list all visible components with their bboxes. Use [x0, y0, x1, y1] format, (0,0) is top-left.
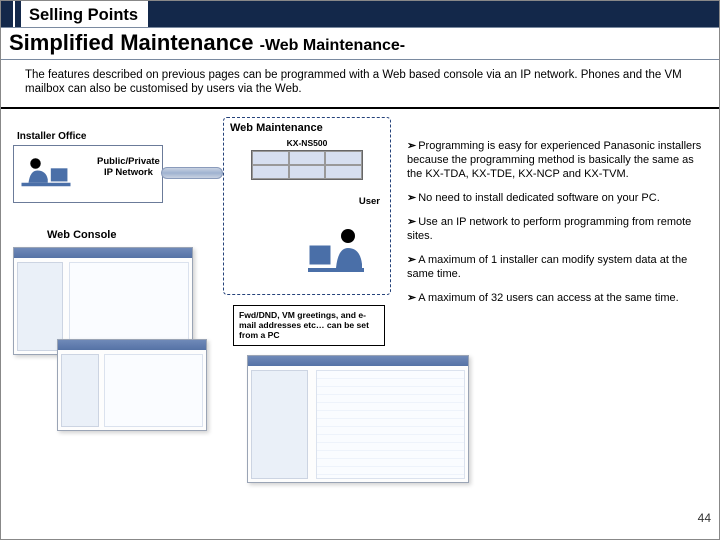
- bullet-item: ➢No need to install dedicated software o…: [407, 191, 709, 205]
- bullet-item: ➢Use an IP network to perform programmin…: [407, 215, 709, 243]
- installer-person-icon: [19, 153, 73, 195]
- chevron-icon: ➢: [407, 192, 416, 204]
- header-accent: [1, 1, 15, 27]
- header-bar: Selling Points: [1, 1, 719, 27]
- bullet-list: ➢Programming is easy for experienced Pan…: [407, 139, 709, 316]
- page-title: Simplified Maintenance: [9, 30, 260, 55]
- chevron-icon: ➢: [407, 216, 416, 228]
- user-person-icon: [306, 220, 366, 282]
- installer-office-label: Installer Office: [17, 131, 86, 142]
- content-area: Installer Office Public/Private IP Netwo…: [1, 109, 719, 529]
- bullet-item: ➢A maximum of 32 users can access at the…: [407, 291, 709, 305]
- page-subtitle: -Web Maintenance-: [260, 37, 406, 54]
- chevron-icon: ➢: [407, 292, 416, 304]
- intro-text: The features described on previous pages…: [1, 60, 719, 109]
- device-model-label: KX-NS500: [230, 138, 384, 148]
- chevron-icon: ➢: [407, 140, 416, 152]
- user-label: User: [359, 196, 380, 207]
- header-fill: [148, 1, 719, 27]
- network-pipe-icon: [161, 167, 223, 179]
- page-number: 44: [698, 511, 711, 525]
- web-maintenance-panel: Web Maintenance KX-NS500 User: [223, 117, 391, 295]
- network-label: Public/Private IP Network: [97, 157, 160, 179]
- console-screenshot-3: [247, 355, 469, 483]
- page-title-row: Simplified Maintenance -Web Maintenance-: [1, 27, 719, 60]
- user-note-box: Fwd/DND, VM greetings, and e-mail addres…: [233, 305, 385, 346]
- console-screenshot-2: [57, 339, 207, 431]
- device-chassis-icon: [251, 150, 363, 180]
- web-console-label: Web Console: [47, 229, 116, 241]
- section-title: Selling Points: [21, 1, 148, 27]
- chevron-icon: ➢: [407, 254, 416, 266]
- bullet-item: ➢A maximum of 1 installer can modify sys…: [407, 253, 709, 281]
- web-maintenance-title: Web Maintenance: [230, 122, 384, 134]
- bullet-item: ➢Programming is easy for experienced Pan…: [407, 139, 709, 181]
